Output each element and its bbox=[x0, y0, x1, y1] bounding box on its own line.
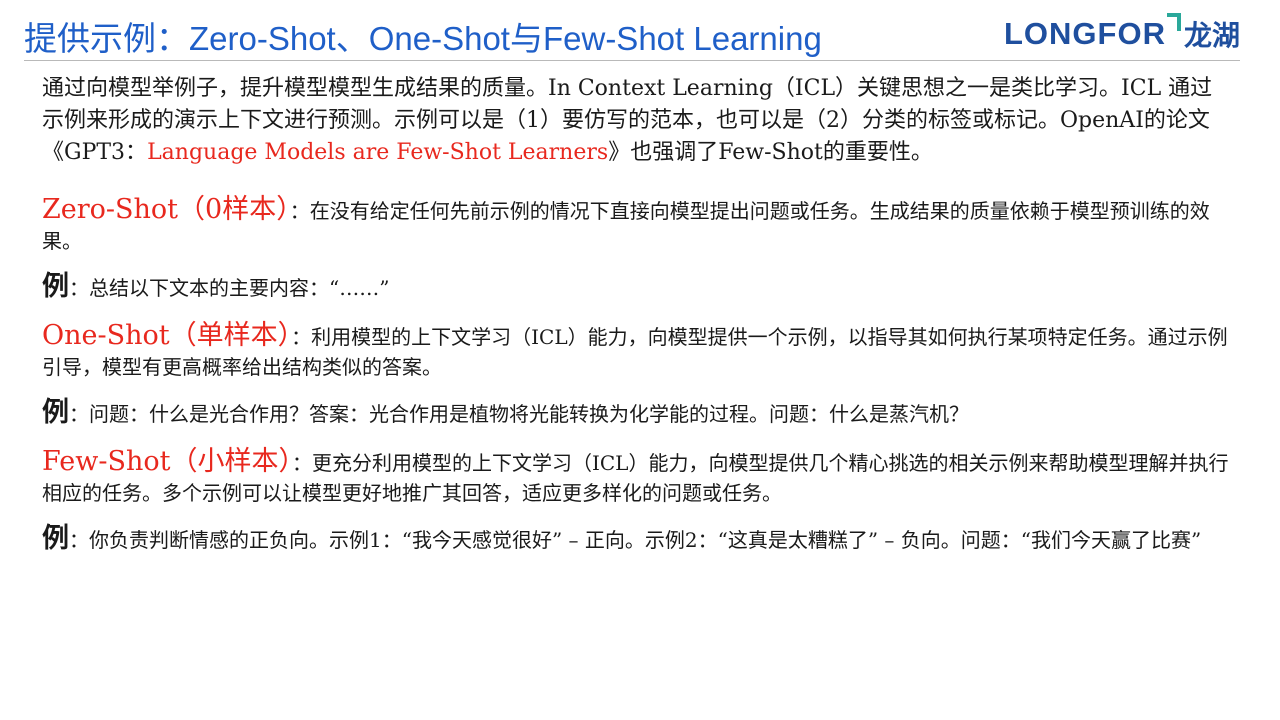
few-shot-example-text: 你负责判断情感的正负向。示例1：“我今天感觉很好” – 正向。示例2：“这真是太… bbox=[89, 528, 1202, 552]
intro-text-2: 》也强调了Few-Shot的重要性。 bbox=[608, 140, 933, 165]
one-shot-example: 例：问题：什么是光合作用？答案：光合作用是植物将光能转换为化学能的过程。问题：什… bbox=[42, 398, 1230, 429]
term-separator: ： bbox=[291, 325, 312, 349]
zero-shot-example: 例：总结以下文本的主要内容：“……” bbox=[42, 272, 1230, 303]
slide-title: 提供示例：Zero-Shot、One-Shot与Few-Shot Learnin… bbox=[24, 20, 822, 57]
logo-wordmark: LONGFOR bbox=[1003, 16, 1166, 51]
few-shot-example: 例：你负责判断情感的正负向。示例1：“我今天感觉很好” – 正向。示例2：“这真… bbox=[42, 524, 1230, 555]
zero-shot-example-text: 总结以下文本的主要内容：“……” bbox=[89, 276, 390, 300]
header-divider bbox=[24, 60, 1240, 61]
logo-corner-icon bbox=[1166, 13, 1181, 31]
example-separator: ： bbox=[69, 276, 89, 300]
one-shot-example-text: 问题：什么是光合作用？答案：光合作用是植物将光能转换为化学能的过程。问题：什么是… bbox=[89, 402, 969, 426]
intro-paragraph: 通过向模型举例子，提升模型模型生成结果的质量。In Context Learni… bbox=[42, 73, 1230, 169]
logo-chinese-name: 龙湖 bbox=[1183, 20, 1240, 51]
example-label: 例 bbox=[42, 271, 69, 302]
zero-shot-section: Zero-Shot（0样本）：在没有给定任何先前示例的情况下直接向模型提出问题或… bbox=[42, 195, 1230, 256]
paper-title-highlight: Language Models are Few-Shot Learners bbox=[147, 140, 609, 165]
few-shot-term: Few-Shot（小样本） bbox=[42, 446, 292, 477]
few-shot-section: Few-Shot（小样本）：更充分利用模型的上下文学习（ICL）能力，向模型提供… bbox=[42, 447, 1230, 508]
zero-shot-term: Zero-Shot（0样本） bbox=[42, 194, 290, 225]
example-separator: ： bbox=[69, 528, 89, 552]
example-label: 例 bbox=[42, 523, 69, 554]
one-shot-section: One-Shot（单样本）：利用模型的上下文学习（ICL）能力，向模型提供一个示… bbox=[42, 321, 1230, 382]
term-separator: ： bbox=[289, 199, 310, 223]
term-separator: ： bbox=[291, 451, 312, 475]
longfor-logo: LONGFOR 龙湖 bbox=[1003, 13, 1240, 54]
example-separator: ： bbox=[69, 402, 89, 426]
example-label: 例 bbox=[42, 397, 69, 428]
slide-content: 通过向模型举例子，提升模型模型生成结果的质量。In Context Learni… bbox=[42, 73, 1230, 555]
one-shot-term: One-Shot（单样本） bbox=[42, 320, 292, 351]
